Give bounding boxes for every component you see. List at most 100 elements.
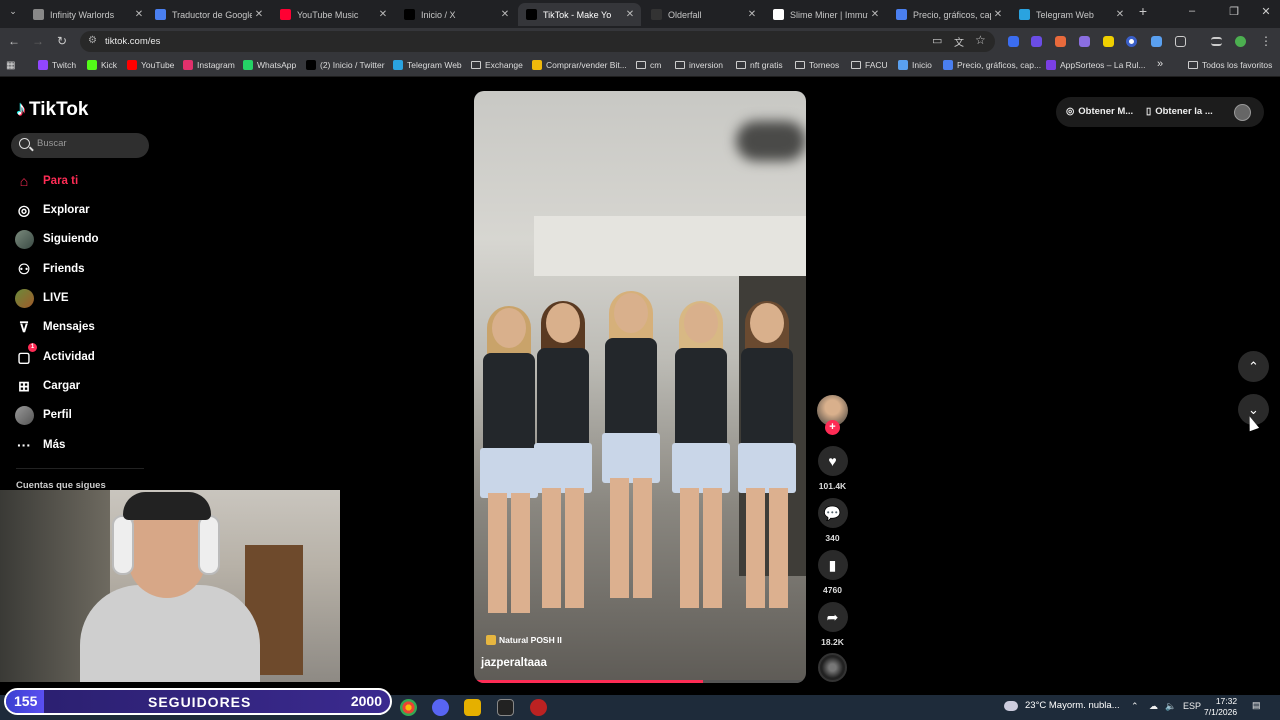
get-coins-button[interactable]: ◎ Obtener M... (1066, 106, 1133, 117)
tab-2[interactable]: Traductor de Google ✕ (147, 3, 270, 26)
bookmark-item[interactable]: WhatsApp (243, 60, 296, 70)
obs-taskbar-icon[interactable] (530, 699, 547, 716)
video-player[interactable] (474, 91, 806, 683)
extension-icon-6[interactable] (1126, 36, 1137, 47)
tray-chevron-icon[interactable]: ⌃ (1131, 701, 1139, 712)
extension-icon-1[interactable] (1008, 36, 1019, 47)
profile-avatar-icon[interactable] (1235, 36, 1246, 47)
share-arrow-icon[interactable]: ➦ (817, 602, 848, 632)
extension-icon-5[interactable] (1103, 36, 1114, 47)
save-action[interactable]: ▮ 4760 (815, 550, 850, 595)
user-avatar[interactable] (1234, 104, 1251, 121)
weather-widget[interactable]: 23°C Mayorm. nubla... (1004, 700, 1120, 711)
bookmark-item[interactable]: (2) Inicio / Twitter (306, 60, 385, 70)
music-disc-icon[interactable] (818, 653, 847, 682)
tab-3[interactable]: YouTube Music ✕ (272, 3, 394, 26)
discord-taskbar-icon[interactable] (432, 699, 449, 716)
video-progress-bar[interactable] (474, 680, 806, 683)
bookmark-item[interactable]: Comprar/vender Bit... (532, 60, 627, 70)
nav-item-friends[interactable]: ⚇ Friends (14, 258, 85, 280)
bookmark-star-icon[interactable]: ☆ (975, 33, 986, 47)
bookmark-item[interactable]: Precio, gráficos, cap... (943, 60, 1041, 70)
bookmark-icon[interactable]: ▮ (817, 550, 848, 580)
nav-item-para-ti[interactable]: ⌂ Para ti (14, 170, 78, 192)
bookmark-item[interactable]: inversion (675, 60, 723, 70)
comment-action[interactable]: 💬 340 (815, 498, 850, 543)
close-window-button[interactable]: ✕ (1256, 5, 1276, 18)
cast-icon[interactable]: ▭ (932, 34, 942, 47)
music-tag[interactable]: Natural POSH II (486, 635, 562, 645)
tab-8[interactable]: Precio, gráficos, capi ✕ (888, 3, 1009, 26)
follow-plus-button[interactable]: + (825, 420, 840, 435)
video-author[interactable]: jazperaltaaa (481, 657, 547, 669)
tab-close-icon[interactable]: ✕ (991, 9, 1005, 20)
bookmark-item[interactable]: nft gratis (736, 60, 783, 70)
language-indicator[interactable]: ESP (1183, 701, 1201, 711)
nav-item-perfil[interactable]: Perfil (14, 404, 72, 426)
epic-taskbar-icon[interactable] (497, 699, 514, 716)
apps-grid-icon[interactable]: ▦ (6, 60, 15, 71)
tab-close-icon[interactable]: ✕ (868, 9, 882, 20)
bookmark-item[interactable]: Kick (87, 60, 117, 70)
comment-icon[interactable]: 💬 (817, 498, 848, 528)
tab-5[interactable]: TikTok - Make Yo ✕ (518, 3, 641, 26)
bookmark-item[interactable]: Telegram Web (393, 60, 462, 70)
nav-item-mensajes[interactable]: ⊽ Mensajes (14, 316, 95, 338)
tab-9[interactable]: Telegram Web ✕ (1011, 3, 1131, 26)
get-app-button[interactable]: ▯ Obtener la ... (1146, 106, 1213, 117)
bookmark-item[interactable]: Torneos (795, 60, 839, 70)
tab-close-icon[interactable]: ✕ (132, 9, 146, 20)
tab-close-icon[interactable]: ✕ (252, 9, 266, 20)
nav-item-live[interactable]: LIVE (14, 287, 69, 309)
tab-close-icon[interactable]: ✕ (1113, 9, 1127, 20)
tab-close-icon[interactable]: ✕ (498, 9, 512, 20)
extension-icon-7[interactable] (1151, 36, 1162, 47)
share-action[interactable]: ➦ 18.2K (815, 602, 850, 647)
nav-item-siguiendo[interactable]: Siguiendo (14, 228, 99, 250)
bookmark-item[interactable]: Instagram (183, 60, 235, 70)
new-tab-button[interactable]: + (1133, 3, 1153, 19)
forward-button[interactable]: → (30, 34, 46, 48)
bookmark-item[interactable]: YouTube (127, 60, 174, 70)
extensions-puzzle-icon[interactable] (1175, 36, 1186, 47)
back-button[interactable]: ← (6, 34, 22, 48)
bookmark-item[interactable]: Inicio (898, 60, 932, 70)
tab-1[interactable]: Infinity Warlords ✕ (25, 3, 150, 26)
minimize-button[interactable]: – (1182, 5, 1202, 17)
tab-4[interactable]: Inicio / X ✕ (396, 3, 516, 26)
bookmarks-overflow-chevron-icon[interactable]: » (1157, 58, 1163, 70)
network-icon[interactable]: ☁ (1149, 701, 1158, 712)
chrome-taskbar-icon[interactable] (400, 699, 417, 716)
bookmark-item[interactable]: FACU (851, 60, 888, 70)
bookmark-item[interactable]: Exchange (471, 60, 523, 70)
bookmark-item[interactable]: AppSorteos – La Rul... (1046, 60, 1146, 70)
search-input[interactable] (37, 138, 142, 149)
app-taskbar-icon[interactable] (464, 699, 481, 716)
heart-icon[interactable]: ♥ (817, 446, 848, 476)
translate-icon[interactable]: 文 (954, 34, 964, 49)
notifications-icon[interactable]: ▤ (1252, 700, 1261, 711)
tab-close-icon[interactable]: ✕ (745, 9, 759, 20)
site-info-icon[interactable]: ⚙ (88, 35, 97, 46)
nav-item-actividad[interactable]: ▢ 1 Actividad (14, 343, 95, 368)
extension-icon-2[interactable] (1031, 36, 1042, 47)
tab-search-icon[interactable]: ⌄ (5, 6, 21, 17)
bookmark-item[interactable]: Twitch (38, 60, 76, 70)
extension-icon-4[interactable] (1079, 36, 1090, 47)
nav-item-explorar[interactable]: ◎ Explorar (14, 199, 90, 221)
volume-icon[interactable]: 🔈 (1165, 701, 1176, 712)
reload-button[interactable]: ↻ (54, 34, 70, 48)
bookmark-item[interactable]: cm (636, 60, 661, 70)
all-bookmarks-folder[interactable]: Todos los favoritos (1188, 60, 1272, 70)
tab-7[interactable]: Slime Miner | Immuta ✕ (765, 3, 886, 26)
tiktok-logo[interactable]: ♪ TikTok (16, 98, 88, 121)
taskbar-clock[interactable]: 17:32 7/1/2026 (1204, 696, 1237, 718)
like-action[interactable]: ♥ 101.4K (815, 446, 850, 491)
previous-video-button[interactable]: ⌃ (1238, 351, 1269, 382)
reading-list-icon[interactable] (1211, 37, 1222, 46)
nav-item-cargar[interactable]: ⊞ Cargar (14, 375, 80, 397)
nav-item-m-s[interactable]: ··· Más (14, 434, 65, 456)
search-box[interactable] (11, 133, 149, 158)
chrome-menu-icon[interactable]: ⋮ (1258, 34, 1274, 48)
extension-icon-3[interactable] (1055, 36, 1066, 47)
